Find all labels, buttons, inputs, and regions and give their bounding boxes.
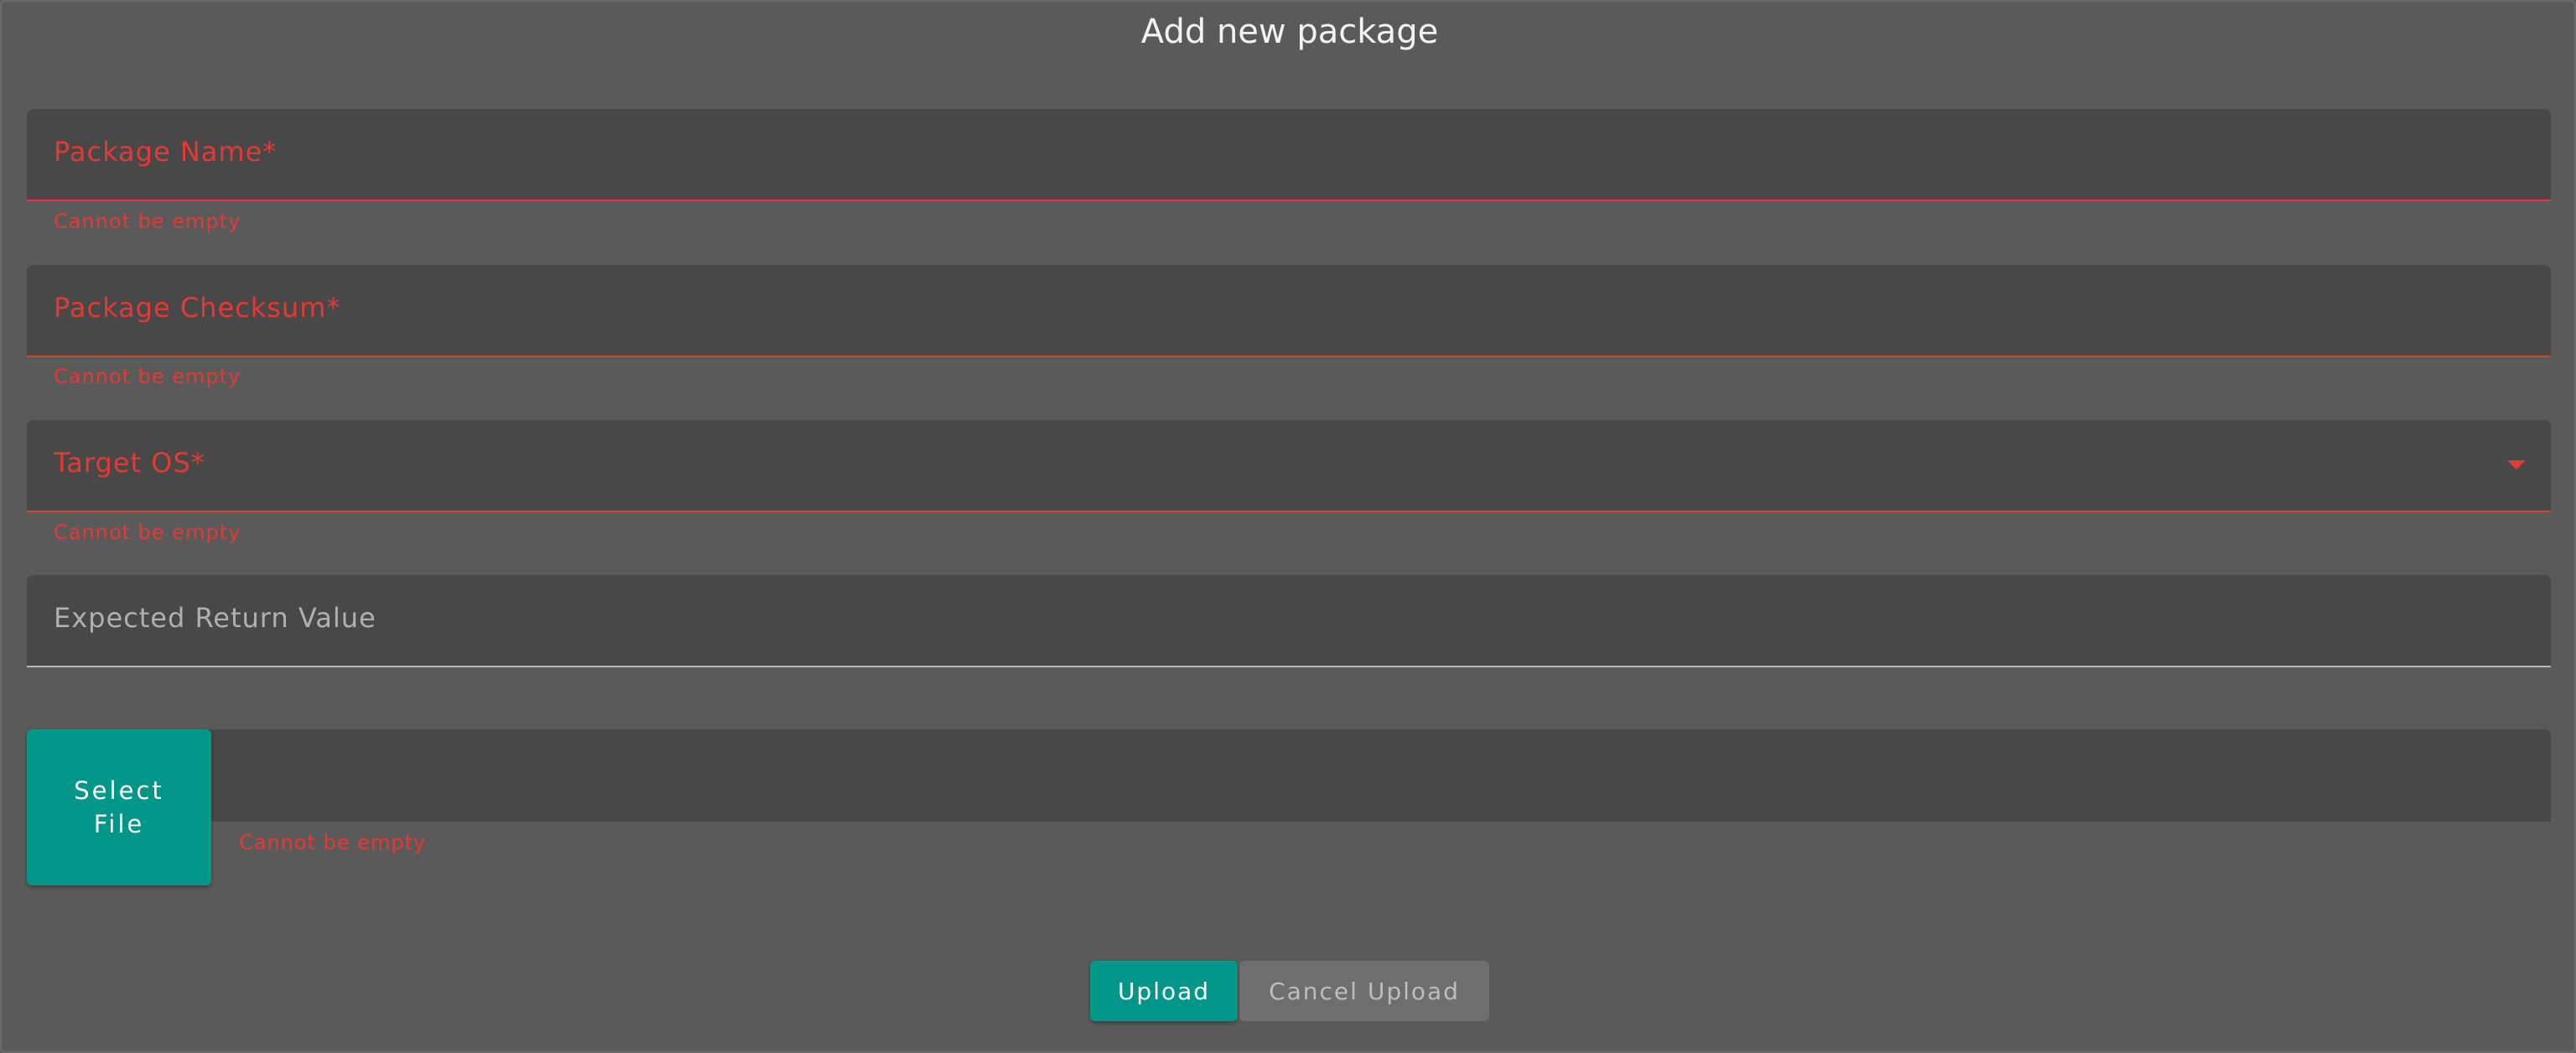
expected-return-value-label: Expected Return Value xyxy=(54,602,377,634)
select-file-button[interactable]: Select File xyxy=(27,729,211,885)
package-name-label: Package Name* xyxy=(54,136,278,168)
target-os-select[interactable]: Target OS* xyxy=(27,420,2551,512)
package-checksum-field[interactable]: Package Checksum* xyxy=(27,265,2551,357)
select-file-label: Select File xyxy=(74,776,164,838)
add-package-dialog: Add new package Package Name* Cannot be … xyxy=(0,0,2576,1053)
dialog-title: Add new package xyxy=(1140,13,1439,51)
package-name-field[interactable]: Package Name* xyxy=(27,109,2551,201)
dropdown-arrow-icon[interactable] xyxy=(2507,460,2526,469)
cancel-upload-button[interactable]: Cancel Upload xyxy=(1239,961,1489,1021)
package-name-error: Cannot be empty xyxy=(54,210,242,233)
expected-return-value-field[interactable]: Expected Return Value xyxy=(27,575,2551,667)
target-os-label: Target OS* xyxy=(54,447,205,479)
target-os-error: Cannot be empty xyxy=(54,521,242,544)
package-checksum-error: Cannot be empty xyxy=(54,365,242,388)
file-error: Cannot be empty xyxy=(239,831,427,854)
package-checksum-label: Package Checksum* xyxy=(54,292,341,324)
upload-button[interactable]: Upload xyxy=(1090,961,1238,1021)
file-path-display xyxy=(27,729,2551,822)
